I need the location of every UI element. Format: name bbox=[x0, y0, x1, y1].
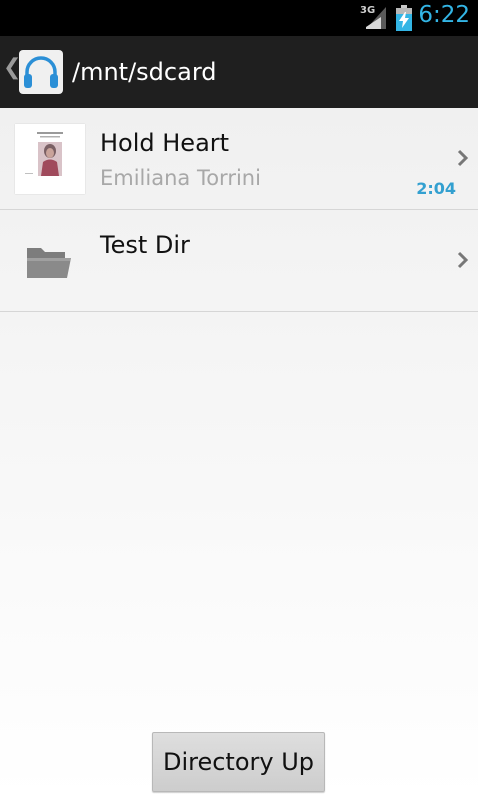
headphones-icon[interactable] bbox=[19, 50, 63, 94]
folder-title: Test Dir bbox=[100, 231, 190, 259]
action-bar: ❮ /mnt/sdcard bbox=[0, 36, 478, 108]
track-duration: 2:04 bbox=[416, 179, 456, 198]
track-artist: Emiliana Torrini bbox=[100, 166, 261, 190]
battery-charging-icon bbox=[396, 5, 412, 31]
status-bar: 3G 6:22 bbox=[0, 0, 478, 36]
chevron-right-icon bbox=[457, 149, 469, 167]
album-art-thumbnail bbox=[15, 124, 85, 194]
directory-up-button[interactable]: Directory Up bbox=[152, 732, 325, 792]
screen: 3G 6:22 ❮ /mnt/sdcard Hold Heart Emilian… bbox=[0, 0, 478, 798]
current-path-title: /mnt/sdcard bbox=[72, 58, 217, 86]
file-list: Hold Heart Emiliana Torrini 2:04 Test Di… bbox=[0, 108, 478, 312]
chevron-right-icon bbox=[457, 251, 469, 269]
signal-strength-icon bbox=[366, 7, 386, 29]
list-item-folder[interactable]: Test Dir bbox=[0, 210, 478, 312]
list-item-track[interactable]: Hold Heart Emiliana Torrini 2:04 bbox=[0, 108, 478, 210]
folder-icon bbox=[27, 248, 71, 278]
track-title: Hold Heart bbox=[100, 129, 230, 157]
status-clock: 6:22 bbox=[418, 2, 470, 28]
